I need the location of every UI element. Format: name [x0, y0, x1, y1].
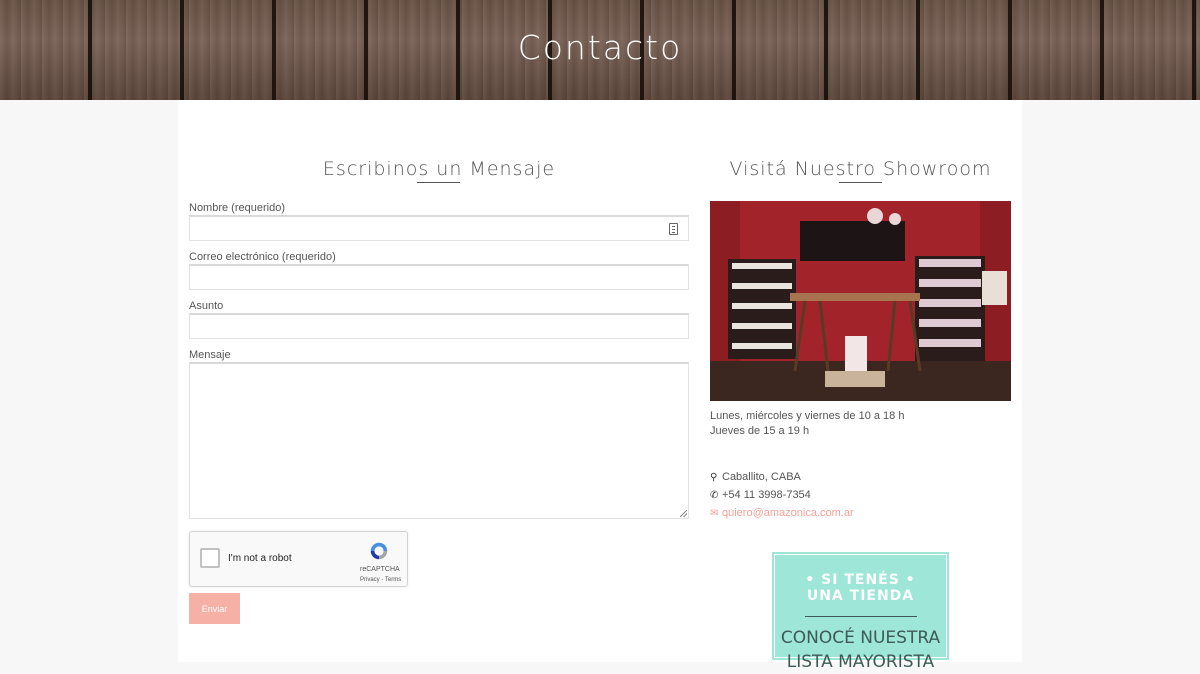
- envelope-icon: ✉: [710, 508, 719, 519]
- banner-line-2: UNA TIENDA: [806, 588, 915, 604]
- message-textarea[interactable]: [189, 362, 689, 519]
- location-line: ⚲ Caballito, CABA: [710, 471, 801, 483]
- recaptcha-label: I'm not a robot: [228, 553, 292, 564]
- email-field[interactable]: [189, 264, 689, 290]
- name-field[interactable]: [189, 215, 689, 241]
- subject-label: Asunto: [189, 300, 224, 312]
- recaptcha-checkbox[interactable]: [200, 548, 220, 568]
- name-label: Nombre (requerido): [189, 202, 285, 214]
- email-link[interactable]: quiero@amazonica.com.ar: [722, 507, 854, 519]
- showroom-heading-underline: [839, 182, 882, 183]
- phone-icon: ✆: [710, 490, 719, 501]
- email-line: ✉ quiero@amazonica.com.ar: [710, 507, 854, 519]
- banner-headline: • SI TENÉS • UNA TIENDA: [772, 572, 949, 604]
- page-hero: Contacto: [0, 0, 1200, 100]
- message-label: Mensaje: [189, 349, 231, 361]
- showroom-photo: [710, 201, 1011, 401]
- main-content: Escribinos un Mensaje Nombre (requerido)…: [178, 100, 1022, 672]
- form-heading: Escribinos un Mensaje: [322, 158, 556, 180]
- banner-subline: CONOCÉ NUESTRA LISTA MAYORISTA: [772, 626, 949, 674]
- banner-line-3: CONOCÉ NUESTRA: [780, 628, 941, 648]
- hours-thursday: Jueves de 15 a 19 h: [710, 425, 810, 437]
- map-marker-icon: ⚲: [710, 472, 718, 483]
- recaptcha-brand: reCAPTCHA: [360, 566, 400, 573]
- page-title: Contacto: [517, 28, 683, 67]
- phone-text[interactable]: +54 11 3998-7354: [722, 489, 811, 501]
- banner-line-4: LISTA MAYORISTA: [786, 652, 935, 672]
- subject-field[interactable]: [189, 313, 689, 339]
- recaptcha-icon: [370, 542, 388, 560]
- location-text: Caballito, CABA: [722, 471, 801, 483]
- banner-divider: [805, 616, 917, 617]
- recaptcha-widget: I'm not a robot reCAPTCHA Privacy - Term…: [189, 531, 408, 587]
- wholesale-banner[interactable]: • SI TENÉS • UNA TIENDA CONOCÉ NUESTRA L…: [770, 550, 951, 672]
- showroom-heading: Visitá Nuestro Showroom: [729, 158, 992, 180]
- recaptcha-terms-link[interactable]: Privacy - Terms: [360, 577, 401, 583]
- hours-weekdays: Lunes, miércoles y viernes de 10 a 18 h: [710, 410, 905, 422]
- banner-line-1: • SI TENÉS •: [805, 572, 916, 588]
- resize-handle-icon[interactable]: [680, 510, 687, 517]
- contact-card-icon[interactable]: [669, 223, 678, 235]
- email-label: Correo electrónico (requerido): [189, 251, 336, 263]
- phone-line: ✆ +54 11 3998-7354: [710, 489, 811, 501]
- form-heading-underline: [417, 182, 460, 183]
- submit-button[interactable]: Enviar: [189, 593, 240, 624]
